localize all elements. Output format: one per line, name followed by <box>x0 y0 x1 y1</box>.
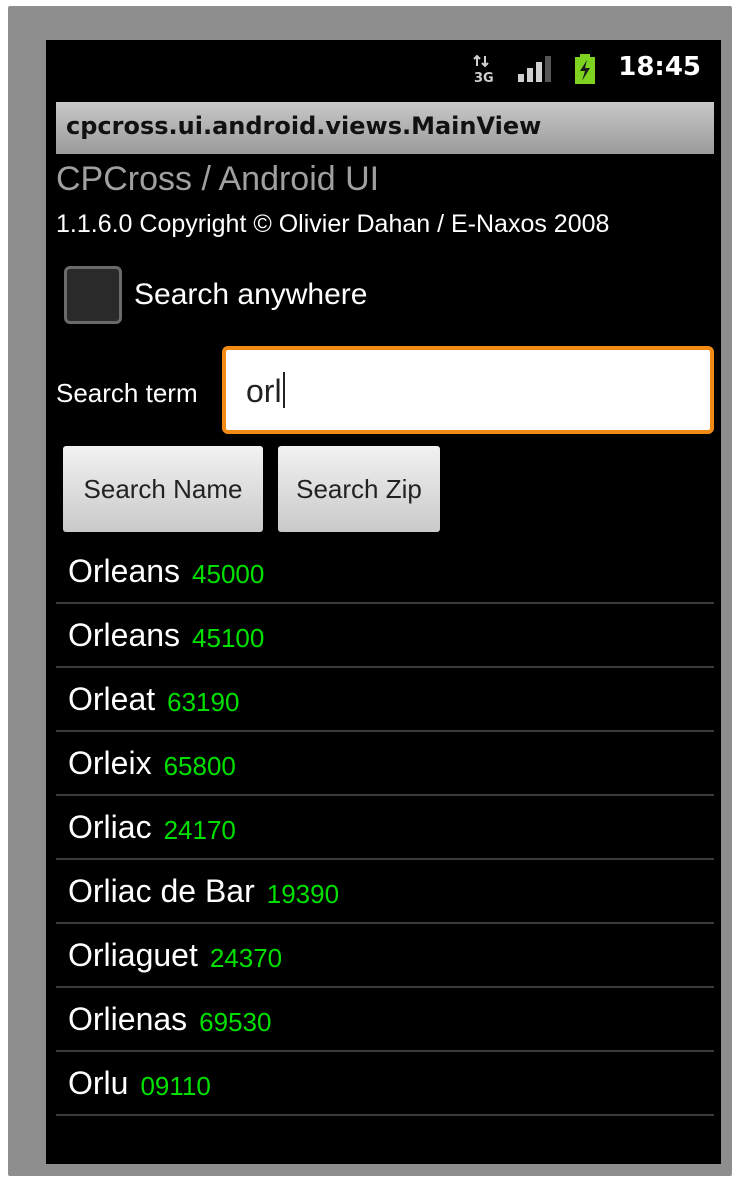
search-name-button[interactable]: Search Name <box>63 446 263 532</box>
city-name: Orliac <box>68 808 152 845</box>
3g-data-icon: 3G <box>473 54 494 84</box>
list-item[interactable]: Orlienas 69530 <box>56 988 714 1052</box>
list-item[interactable]: Orleix 65800 <box>56 732 714 796</box>
list-item[interactable]: Orliaguet 24370 <box>56 924 714 988</box>
search-term-input[interactable]: orl <box>222 346 714 434</box>
city-name: Orleans <box>68 616 181 653</box>
zip-code: 09110 <box>140 1070 211 1101</box>
results-list: Orleans 45000 Orleans 45100 Orleat 63190 Or… <box>56 540 714 1116</box>
device-frame: 3G 18:45 cpcross.ui.android.views.MainVi… <box>8 6 732 1176</box>
battery-charging-icon <box>575 54 595 84</box>
city-name: Orliac de Bar <box>68 872 255 909</box>
search-term-value: orl <box>246 372 285 410</box>
zip-code: 45000 <box>192 558 265 589</box>
city-name: Orleans <box>68 552 181 589</box>
list-item[interactable]: Orliac de Bar 19390 <box>56 860 714 924</box>
search-anywhere-checkbox[interactable] <box>64 266 122 324</box>
phone-screen: 3G 18:45 cpcross.ui.android.views.MainVi… <box>46 40 721 1164</box>
text-caret <box>282 372 285 408</box>
status-bar: 3G 18:45 <box>46 40 721 98</box>
zip-code: 69530 <box>199 1006 272 1037</box>
svg-text:3G: 3G <box>474 71 494 84</box>
list-item[interactable]: Orlu 09110 <box>56 1052 714 1116</box>
search-term-label: Search term <box>56 378 198 408</box>
zip-code: 24370 <box>209 942 283 973</box>
zip-code: 65800 <box>163 750 236 781</box>
zip-code: 24170 <box>163 814 236 845</box>
app-title: CPCross / Android UI <box>56 160 380 198</box>
list-item[interactable]: Orleat 63190 <box>56 668 714 732</box>
city-name: Orleat <box>68 680 156 717</box>
list-item[interactable]: Orliac 24170 <box>56 796 714 860</box>
zip-code: 45100 <box>192 622 265 653</box>
list-item[interactable]: Orleans 45000 <box>56 540 714 604</box>
zip-code: 19390 <box>266 878 340 909</box>
window-title: cpcross.ui.android.views.MainView <box>66 112 542 140</box>
city-name: Orlu <box>68 1064 129 1101</box>
copyright-text: 1.1.6.0 Copyright © Olivier Dahan / E-Na… <box>56 210 610 238</box>
list-item[interactable]: Orleans 45100 <box>56 604 714 668</box>
signal-bars-icon <box>518 56 551 82</box>
city-name: Orleix <box>68 744 152 781</box>
city-name: Orliaguet <box>68 936 198 973</box>
search-zip-button[interactable]: Search Zip <box>278 446 440 532</box>
zip-code: 63190 <box>167 686 240 717</box>
search-anywhere-label[interactable]: Search anywhere <box>134 278 367 312</box>
status-time: 18:45 <box>618 52 701 82</box>
city-name: Orlienas <box>68 1000 188 1037</box>
window-title-bar: cpcross.ui.android.views.MainView <box>56 102 714 154</box>
